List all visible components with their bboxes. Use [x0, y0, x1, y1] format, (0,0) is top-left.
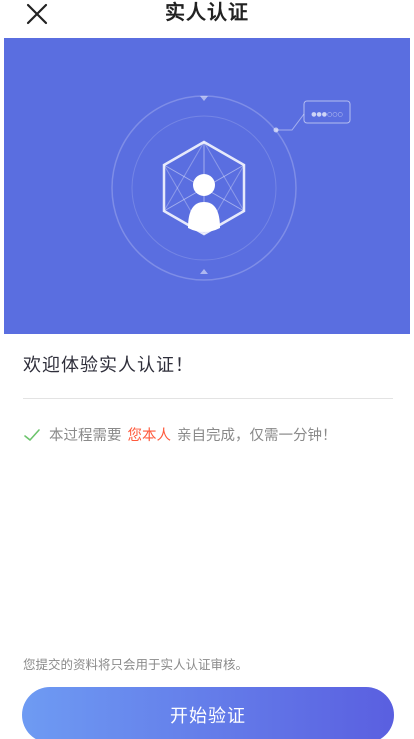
notice-suffix: 亲自完成，仅需一分钟！ [177, 428, 337, 444]
user-icon [188, 174, 220, 232]
notice-prefix: 本过程需要 [49, 428, 122, 444]
divider [23, 398, 393, 399]
close-icon [26, 3, 48, 29]
close-button[interactable] [26, 0, 66, 36]
bubble-text: ●●●○○○ [311, 111, 342, 118]
page: 实人认证 ●●●○○○ 欢迎体验实人认证！ 本过程需要 您本人 亲自完成，仅需一… [0, 0, 414, 739]
check-icon [23, 428, 41, 442]
page-title: 实人认证 [165, 0, 249, 24]
header: 实人认证 [0, 0, 414, 38]
welcome-heading: 欢迎体验实人认证！ [23, 355, 194, 376]
start-verification-button[interactable]: 开始验证 [22, 687, 394, 739]
notice-highlight: 您本人 [127, 428, 172, 444]
face-scan-illustration: ●●●○○○ [111, 95, 351, 281]
notice-line: 本过程需要 您本人 亲自完成，仅需一分钟！ [23, 424, 337, 445]
privacy-note: 您提交的资料将只会用于实人认证审核。 [23, 657, 249, 672]
hero-banner: ●●●○○○ [4, 38, 410, 334]
